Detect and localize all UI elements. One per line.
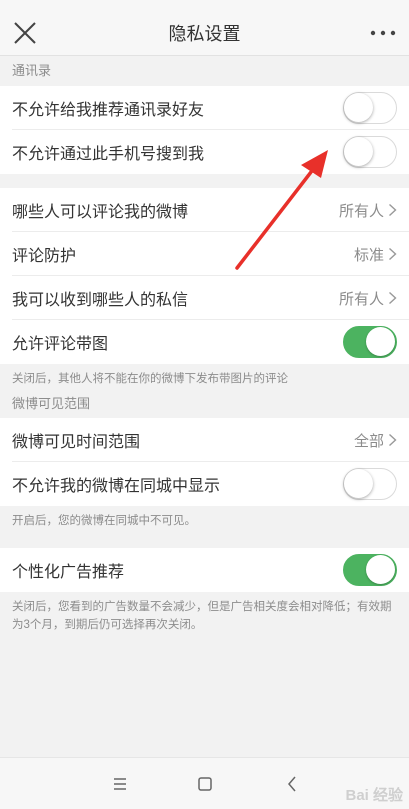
section-gap <box>0 174 409 188</box>
row-value: 所有人 <box>338 290 384 308</box>
row-hide-in-local[interactable]: 不允许我的微博在同城中显示 <box>0 462 409 506</box>
row-personalized-ads[interactable]: 个性化广告推荐 <box>0 548 409 592</box>
status-bar <box>0 0 409 8</box>
toggle-knob <box>344 137 373 166</box>
row-value: 全部 <box>353 432 384 450</box>
toggle-switch[interactable] <box>343 468 397 500</box>
toggle-knob <box>344 469 373 498</box>
row-label: 我可以收到哪些人的私信 <box>12 292 189 309</box>
section-header-contacts: 通讯录 <box>0 56 409 86</box>
toggle-switch[interactable] <box>343 92 397 124</box>
watermark-logo: Bai 经验 <box>345 787 403 804</box>
row-label: 个性化广告推荐 <box>12 564 125 581</box>
row-value: 所有人 <box>338 202 384 220</box>
row-label: 不允许通过此手机号搜到我 <box>12 146 205 163</box>
menu-icon[interactable] <box>108 772 132 796</box>
section-header-visibility: 微博可见范围 <box>0 394 409 418</box>
row-visible-time-range[interactable]: 微博可见时间范围 全部 <box>0 418 409 462</box>
row-allow-image-comments[interactable]: 允许评论带图 <box>0 320 409 364</box>
toggle-knob <box>344 93 373 122</box>
toggle-knob <box>366 327 395 356</box>
page-title: 隐私设置 <box>168 24 241 44</box>
row-comment-protection[interactable]: 评论防护 标准 <box>0 232 409 276</box>
more-icon[interactable] <box>369 28 397 38</box>
row-label: 不允许我的微博在同城中显示 <box>12 478 221 495</box>
row-label: 允许评论带图 <box>12 336 109 353</box>
toggle-switch[interactable] <box>343 326 397 358</box>
back-icon[interactable] <box>280 772 304 796</box>
note-local-visibility: 开启后，您的微博在同城中不可见。 <box>0 506 409 536</box>
system-nav-bar: Bai 经验 <box>0 757 409 809</box>
toggle-switch[interactable] <box>343 136 397 168</box>
toggle-switch[interactable] <box>343 554 397 586</box>
row-label: 不允许给我推荐通讯录好友 <box>12 102 205 119</box>
nav-bar: 隐私设置 <box>0 8 409 56</box>
row-label: 微博可见时间范围 <box>12 434 141 451</box>
row-who-can-comment[interactable]: 哪些人可以评论我的微博 所有人 <box>0 188 409 232</box>
home-icon[interactable] <box>193 772 217 796</box>
note-personalized-ads: 关闭后，您看到的广告数量不会减少，但是广告相关度会相对降低；有效期为3个月，到期… <box>0 592 409 640</box>
row-label: 评论防护 <box>12 248 77 265</box>
chevron-right-icon <box>389 433 397 447</box>
chevron-right-icon <box>389 247 397 261</box>
row-value: 标准 <box>353 246 384 264</box>
row-no-recommend-contacts[interactable]: 不允许给我推荐通讯录好友 <box>0 86 409 130</box>
section-gap <box>0 536 409 548</box>
row-label: 哪些人可以评论我的微博 <box>12 204 189 221</box>
chevron-right-icon <box>389 291 397 305</box>
chevron-right-icon <box>389 203 397 217</box>
toggle-knob <box>366 555 395 584</box>
row-no-search-by-phone[interactable]: 不允许通过此手机号搜到我 <box>0 130 409 174</box>
row-private-messages[interactable]: 我可以收到哪些人的私信 所有人 <box>0 276 409 320</box>
note-image-comments: 关闭后，其他人将不能在你的微博下发布带图片的评论 <box>0 364 409 394</box>
